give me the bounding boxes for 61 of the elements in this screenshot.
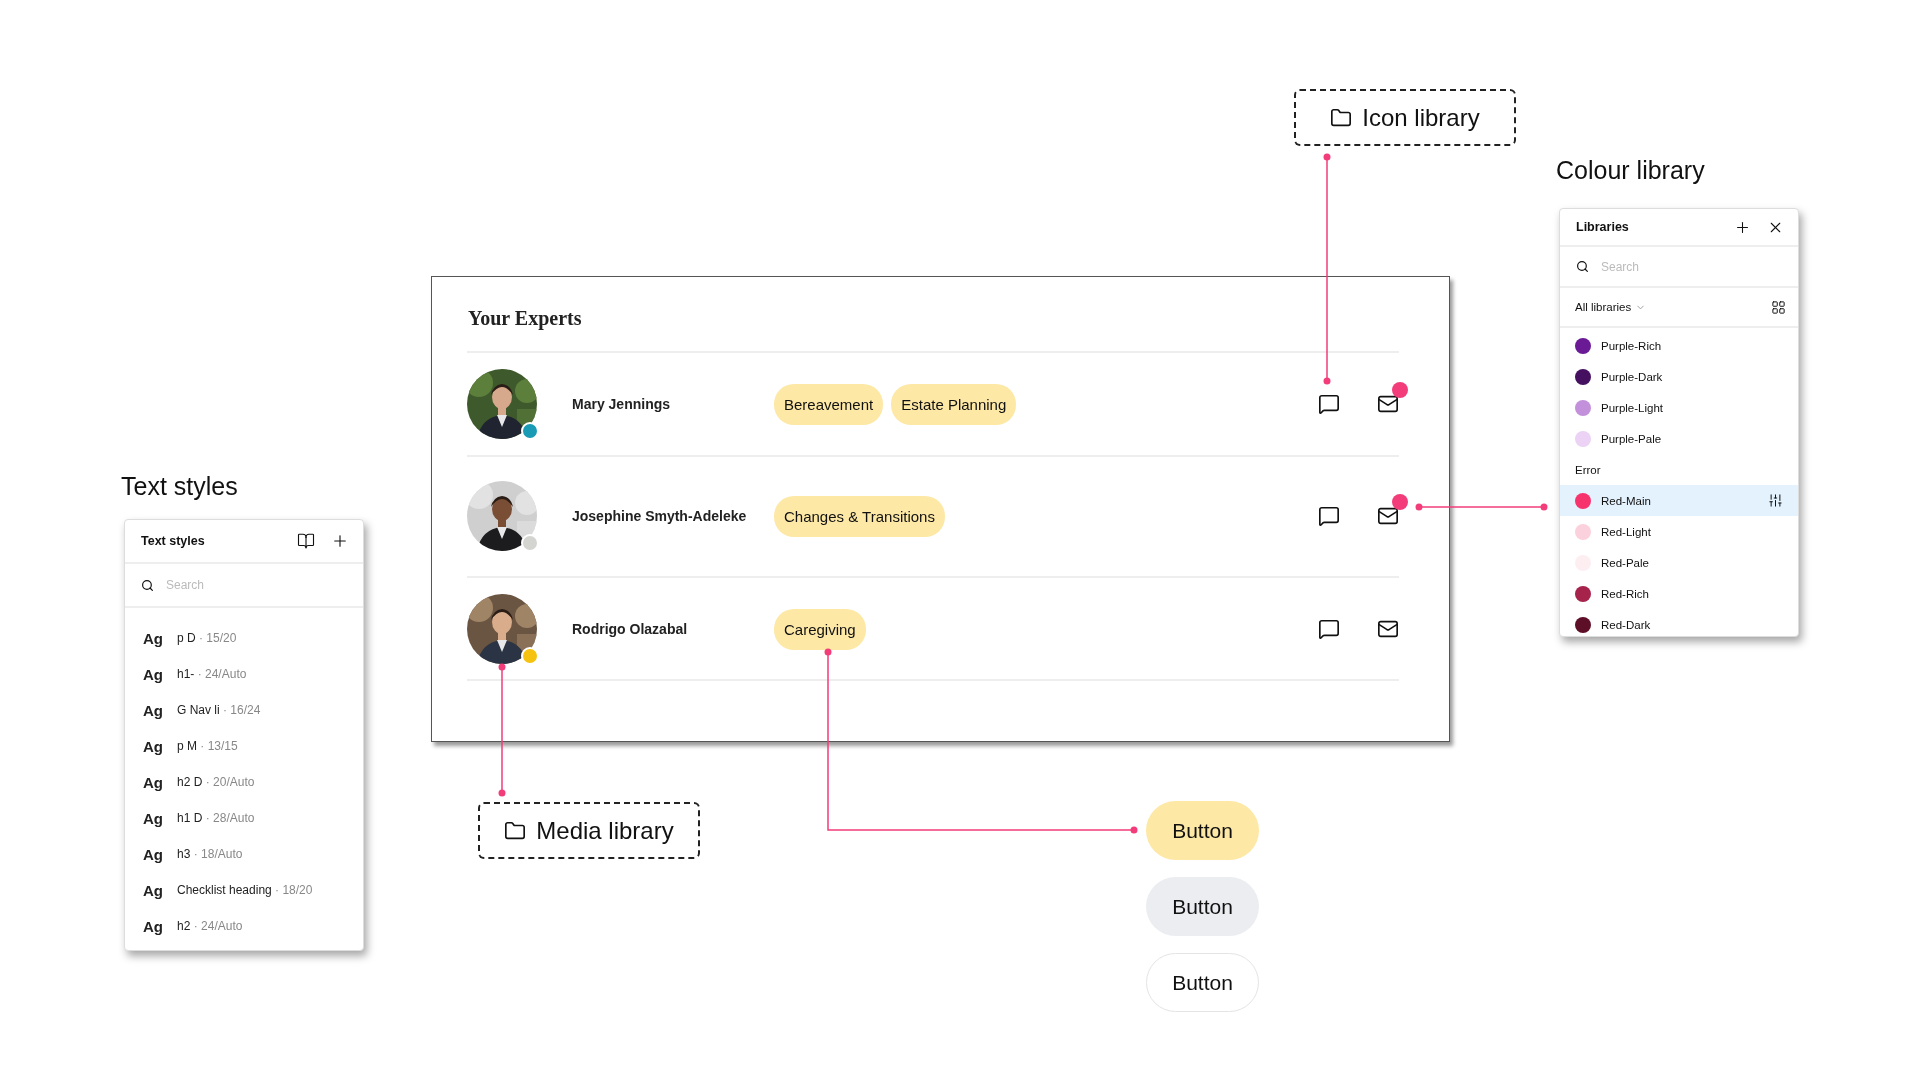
search-icon bbox=[141, 578, 154, 592]
colour-item[interactable]: Purple-Rich bbox=[1560, 330, 1798, 361]
style-sample: Ag bbox=[143, 701, 164, 719]
colour-item[interactable]: Purple-Dark bbox=[1560, 361, 1798, 392]
mail-button[interactable] bbox=[1377, 505, 1399, 527]
section-caption: Text styles bbox=[121, 472, 238, 501]
style-sample: Ag bbox=[143, 881, 164, 899]
colour-item[interactable]: Red-Dark bbox=[1560, 609, 1798, 636]
panel-title: Libraries bbox=[1576, 220, 1630, 234]
colour-item[interactable]: Red-Light bbox=[1560, 516, 1798, 547]
style-sample: Ag bbox=[143, 665, 164, 683]
style-name[interactable]: h3 · 18/Auto bbox=[177, 847, 243, 861]
style-name[interactable]: p M · 13/15 bbox=[177, 739, 238, 753]
style-sample: Ag bbox=[143, 737, 164, 755]
sample-button[interactable]: Button bbox=[1146, 877, 1259, 936]
style-sample: Ag bbox=[143, 809, 164, 827]
panel-title: Text styles bbox=[141, 534, 206, 548]
style-name[interactable]: p D · 15/20 bbox=[177, 631, 237, 645]
colour-item[interactable]: Red-Pale bbox=[1560, 547, 1798, 578]
colour-item[interactable]: Red-Main bbox=[1560, 485, 1798, 516]
group-heading: Error bbox=[1574, 462, 1602, 478]
style-name[interactable]: h2 D · 20/Auto bbox=[177, 775, 255, 789]
topic-tag: Estate Planning bbox=[891, 383, 1017, 425]
book-icon[interactable] bbox=[297, 532, 315, 550]
topic-tag: Changes & Transitions bbox=[774, 495, 945, 537]
style-sample: Ag bbox=[143, 917, 164, 935]
library-label: Media library bbox=[536, 816, 674, 845]
folder-icon bbox=[504, 819, 527, 842]
library-label: Icon library bbox=[1362, 103, 1480, 132]
style-sample: Ag bbox=[143, 773, 164, 791]
topic-tag: Caregiving bbox=[774, 608, 866, 650]
chat-button[interactable] bbox=[1318, 393, 1340, 415]
sample-button[interactable]: Button bbox=[1146, 953, 1259, 1012]
style-name[interactable]: h1- · 24/Auto bbox=[177, 667, 247, 681]
colour-item[interactable]: Purple-Pale bbox=[1560, 423, 1798, 454]
chat-button[interactable] bbox=[1318, 618, 1340, 640]
grid-icon[interactable] bbox=[1771, 299, 1786, 315]
mail-button[interactable] bbox=[1377, 618, 1399, 640]
style-sample: Ag bbox=[143, 629, 164, 647]
expert-name: Josephine Smyth-Adeleke bbox=[572, 508, 748, 524]
style-name[interactable]: G Nav li · 16/24 bbox=[177, 703, 261, 717]
card-title: Your Experts bbox=[468, 307, 583, 330]
library-filter[interactable]: All libraries bbox=[1575, 301, 1647, 313]
colour-item[interactable]: Purple-Light bbox=[1560, 392, 1798, 423]
style-sample: Ag bbox=[143, 845, 164, 863]
search-field[interactable]: Search bbox=[1599, 258, 1782, 275]
search-field[interactable]: Search bbox=[164, 577, 347, 593]
style-name[interactable]: Checklist heading · 18/20 bbox=[177, 883, 313, 897]
chat-button[interactable] bbox=[1318, 505, 1340, 527]
style-name[interactable]: h2 · 24/Auto bbox=[177, 919, 243, 933]
topic-tag: Bereavement bbox=[774, 383, 884, 425]
section-caption: Colour library bbox=[1556, 156, 1705, 185]
sample-button[interactable]: Button bbox=[1146, 801, 1259, 860]
folder-icon bbox=[1330, 106, 1353, 129]
mail-button[interactable] bbox=[1377, 393, 1399, 415]
colour-item[interactable]: Red-Rich bbox=[1560, 578, 1798, 609]
search-icon bbox=[1576, 260, 1589, 273]
expert-name: Rodrigo Olazabal bbox=[572, 621, 689, 637]
adjust-icon[interactable] bbox=[1768, 493, 1783, 508]
expert-name: Mary Jennings bbox=[572, 396, 672, 412]
style-name[interactable]: h1 D · 28/Auto bbox=[177, 811, 255, 825]
